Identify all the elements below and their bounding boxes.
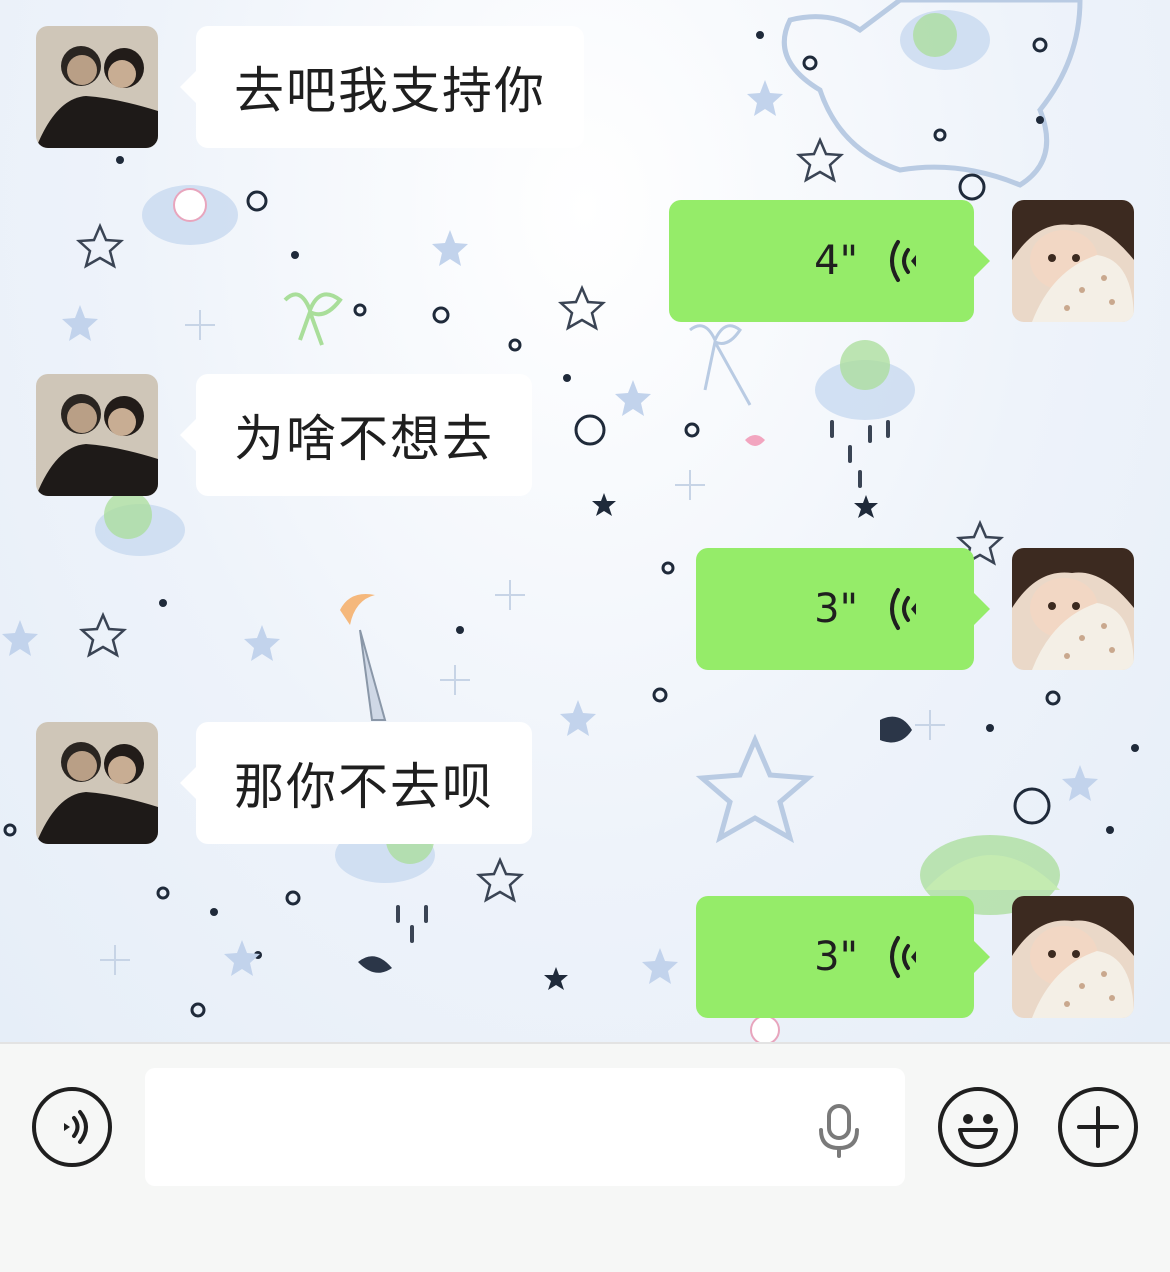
more-options-button[interactable] — [1058, 1087, 1138, 1167]
input-bar — [0, 1042, 1170, 1272]
emoji-button[interactable] — [938, 1087, 1018, 1167]
contact-avatar[interactable] — [36, 722, 158, 844]
chat-background — [0, 0, 1170, 1042]
message-input[interactable] — [145, 1068, 905, 1186]
voice-duration: 4" — [814, 238, 858, 284]
plus-icon — [1077, 1106, 1119, 1148]
voice-mode-button[interactable] — [32, 1087, 112, 1167]
received-text-bubble[interactable]: 为啥不想去 — [180, 374, 532, 496]
voice-wave-icon — [890, 936, 916, 978]
received-text-bubble[interactable]: 那你不去呗 — [180, 722, 532, 844]
my-avatar[interactable] — [1012, 896, 1134, 1018]
wallpaper-pattern — [2, 0, 1139, 1042]
contact-avatar[interactable] — [36, 374, 158, 496]
voice-duration: 3" — [814, 586, 858, 632]
voice-mode-icon — [64, 1110, 88, 1144]
sent-voice-bubble[interactable]: 4" — [669, 200, 990, 322]
microphone-icon[interactable] — [816, 1104, 862, 1158]
voice-wave-icon — [890, 588, 916, 630]
voice-duration: 3" — [814, 934, 858, 980]
my-avatar[interactable] — [1012, 548, 1134, 670]
voice-wave-icon — [890, 240, 916, 282]
contact-avatar[interactable] — [36, 26, 158, 148]
received-text-bubble[interactable]: 去吧我支持你 — [180, 26, 584, 148]
sent-voice-bubble[interactable]: 3" — [696, 548, 990, 670]
my-avatar[interactable] — [1012, 200, 1134, 322]
emoji-icon — [958, 1114, 998, 1149]
sent-voice-bubble[interactable]: 3" — [696, 896, 990, 1018]
